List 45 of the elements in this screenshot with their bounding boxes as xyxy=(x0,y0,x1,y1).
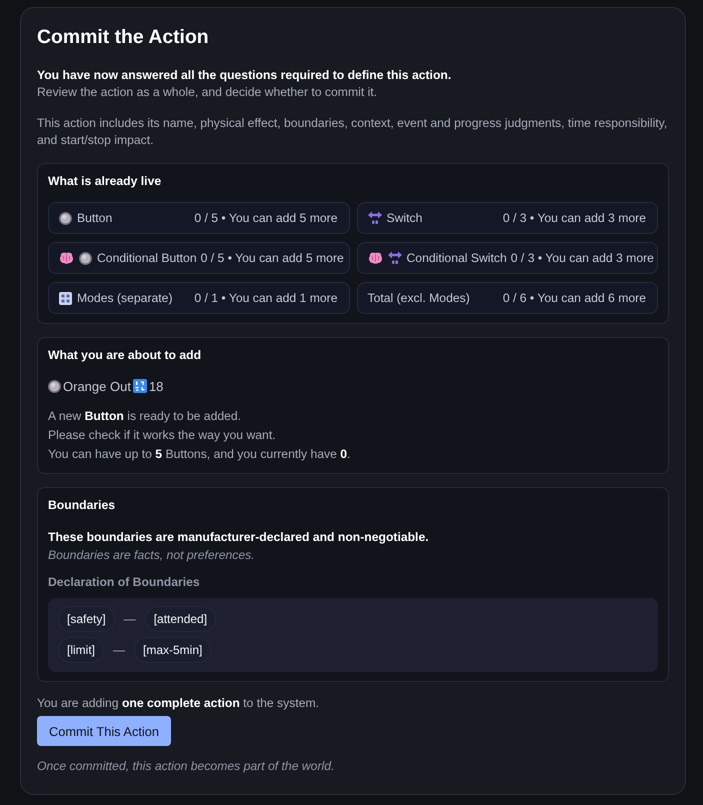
limit-count: 0 / 6 • You can add 6 more xyxy=(502,291,646,305)
limit-count: 0 / 1 • You can add 1 more xyxy=(194,291,338,305)
limit-count: 0 / 5 • You can add 5 more xyxy=(194,211,338,225)
limit-label: Button xyxy=(77,211,112,225)
brain-icon xyxy=(59,252,74,264)
info-text: You can have up to 5 Buttons, and you currently have 0. xyxy=(48,446,352,463)
grid-tile-icon xyxy=(59,292,72,304)
separator-dash: — xyxy=(113,643,125,657)
brain-icon xyxy=(368,252,382,264)
commit-button[interactable]: Commit This Action xyxy=(37,716,171,746)
switch-arrows-icon xyxy=(388,251,402,265)
caption-text: Once committed, this action becomes part of the world. xyxy=(37,758,336,775)
round-button-icon xyxy=(48,380,61,392)
limit-count: 0 / 3 • You can add 3 more xyxy=(510,251,654,265)
limit-label: Conditional Switch xyxy=(406,251,507,265)
section-heading: Boundaries xyxy=(48,497,116,514)
round-button-icon xyxy=(59,212,72,224)
page-title: Commit the Action xyxy=(37,25,210,49)
declaration-heading: Declaration of Boundaries xyxy=(48,574,201,591)
limit-count: 0 / 3 • You can add 3 more xyxy=(502,211,646,225)
intro-text: Review the action as a whole, and decide whether to commit it. xyxy=(37,84,378,101)
action-number: 18 xyxy=(148,378,164,394)
limit-label: Total (excl. Modes) xyxy=(368,291,470,305)
limit-count: 0 / 5 • You can add 5 more xyxy=(200,251,344,265)
boundary-tag: [limit] xyxy=(58,637,104,663)
limit-label: Conditional Button xyxy=(97,251,197,265)
boundary-note: Boundaries are facts, not preferences. xyxy=(48,547,256,564)
info-text: A new Button is ready to be added. xyxy=(48,408,242,425)
limit-label: Switch xyxy=(386,211,422,225)
switch-arrows-icon xyxy=(368,211,382,225)
info-text: Please check if it works the way you want. xyxy=(48,427,277,444)
summary-text: This action includes its name, physical effect, boundaries, context, event and progress judgments, time responsibility, and start/stop impact. xyxy=(37,115,668,149)
section-heading: What you are about to add xyxy=(48,347,202,364)
limit-label: Modes (separate) xyxy=(77,291,173,305)
notice-text: You are adding one complete action to the system. xyxy=(37,695,320,712)
separator-dash: — xyxy=(124,612,136,626)
lead-text: You have now answered all the questions required to define this action. xyxy=(37,67,452,84)
boundary-tag: [safety] xyxy=(58,606,115,632)
boundary-statement: These boundaries are manufacturer-declared and non-negotiable. xyxy=(48,529,430,546)
number-tile-icon xyxy=(132,379,147,393)
boundary-tag: [max-5min] xyxy=(134,637,212,663)
action-name: Orange Out xyxy=(63,378,131,394)
boundary-tag: [attended] xyxy=(144,606,216,632)
section-heading: What is already live xyxy=(48,173,162,190)
round-button-icon xyxy=(79,252,92,264)
